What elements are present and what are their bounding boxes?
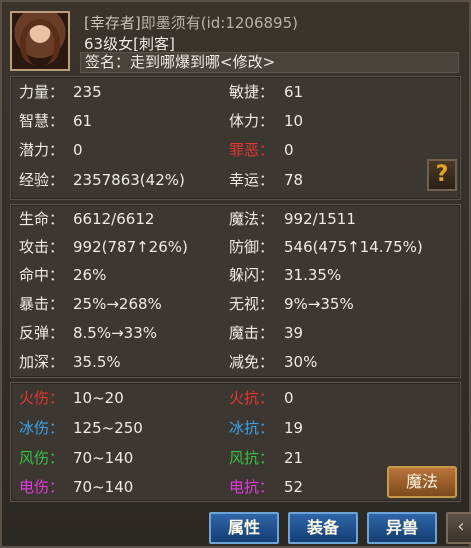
stat-value: 8.5%→33% bbox=[73, 324, 158, 342]
character-title-line: [幸存者]即墨须有(id:1206895) bbox=[84, 12, 298, 33]
stat-value: 39 bbox=[284, 324, 304, 342]
element-value: 70~140 bbox=[73, 478, 134, 496]
stat-value: 992/1511 bbox=[284, 210, 356, 228]
element-value: 52 bbox=[284, 478, 304, 496]
stat-value: 25%→268% bbox=[73, 295, 162, 313]
attr-value: 61 bbox=[73, 112, 93, 130]
stat-label: 攻击： bbox=[19, 238, 65, 256]
attr-row: 潜力： 0 罪恶： 0 bbox=[11, 136, 460, 164]
attr-row: 力量： 235 敏捷： 61 bbox=[11, 78, 460, 106]
stat-value: 546(475↑14.75%) bbox=[284, 238, 423, 256]
stat-label: 魔法： bbox=[229, 210, 275, 228]
attr-label: 敏捷： bbox=[229, 83, 275, 101]
stat-label: 防御： bbox=[229, 238, 275, 256]
tab-beast[interactable]: 异兽 bbox=[367, 512, 437, 544]
attr-label: 幸运： bbox=[229, 171, 275, 189]
element-value: 0 bbox=[284, 389, 294, 407]
stat-label: 生命： bbox=[19, 210, 65, 228]
attr-label: 罪恶： bbox=[229, 141, 275, 159]
element-row: 火伤： 10~20 火抗： 0 bbox=[11, 384, 460, 412]
element-value: 70~140 bbox=[73, 449, 134, 467]
attr-row: 智慧： 61 体力： 10 bbox=[11, 107, 460, 135]
level-class-line: 63级女[刺客] bbox=[84, 35, 175, 53]
title-tag: [幸存者] bbox=[84, 14, 141, 32]
character-name: 即墨须有 bbox=[140, 14, 201, 32]
tab-attributes[interactable]: 属性 bbox=[209, 512, 279, 544]
stat-label: 暴击： bbox=[19, 295, 65, 313]
character-avatar[interactable] bbox=[10, 11, 70, 71]
character-id: (id:1206895) bbox=[200, 14, 298, 32]
avatar-hair bbox=[20, 19, 60, 65]
attr-label: 体力： bbox=[229, 112, 275, 130]
stat-value: 35.5% bbox=[73, 353, 121, 371]
stat-value: 30% bbox=[284, 353, 318, 371]
stat-row: 暴击： 25%→268% 无视： 9%→35% bbox=[11, 290, 460, 318]
stat-value: 6612/6612 bbox=[73, 210, 155, 228]
element-label: 风伤： bbox=[19, 449, 65, 467]
stat-label: 加深： bbox=[19, 353, 65, 371]
attr-value: 2357863(42%) bbox=[73, 171, 185, 189]
element-label: 冰抗： bbox=[229, 419, 275, 437]
attr-value: 61 bbox=[284, 83, 304, 101]
attr-label: 力量： bbox=[19, 83, 65, 101]
stat-value: 26% bbox=[73, 266, 107, 284]
combat-stats-panel: 生命： 6612/6612 魔法： 992/1511 攻击： 992(787↑2… bbox=[10, 204, 461, 378]
element-label: 电伤： bbox=[19, 478, 65, 496]
attr-label: 潜力： bbox=[19, 141, 65, 159]
element-label: 电抗： bbox=[229, 478, 275, 496]
stat-label: 减免： bbox=[229, 353, 275, 371]
stat-row: 生命： 6612/6612 魔法： 992/1511 bbox=[11, 205, 460, 233]
element-row: 冰伤： 125~250 冰抗： 19 bbox=[11, 414, 460, 442]
element-label: 火伤： bbox=[19, 389, 65, 407]
stat-value: 9%→35% bbox=[284, 295, 354, 313]
stat-value: 992(787↑26%) bbox=[73, 238, 188, 256]
element-label: 火抗： bbox=[229, 389, 275, 407]
stat-value: 31.35% bbox=[284, 266, 342, 284]
help-icon[interactable]: ? bbox=[427, 159, 457, 191]
attr-value: 0 bbox=[73, 141, 83, 159]
signature-bar[interactable]: 签名：走到哪爆到哪<修改> bbox=[80, 52, 459, 73]
attr-value: 235 bbox=[73, 83, 102, 101]
element-label: 风抗： bbox=[229, 449, 275, 467]
signature-label: 签名： bbox=[85, 53, 131, 71]
magic-button[interactable]: 魔法 bbox=[387, 466, 457, 498]
element-value: 19 bbox=[284, 419, 304, 437]
element-value: 125~250 bbox=[73, 419, 143, 437]
attr-row: 经验： 2357863(42%) 幸运： 78 bbox=[11, 166, 460, 194]
tab-equipment[interactable]: 装备 bbox=[288, 512, 358, 544]
attr-label: 智慧： bbox=[19, 112, 65, 130]
stat-label: 反弹： bbox=[19, 324, 65, 342]
stat-label: 躲闪： bbox=[229, 266, 275, 284]
element-value: 10~20 bbox=[73, 389, 124, 407]
character-panel: [幸存者]即墨须有(id:1206895) 63级女[刺客] 签名：走到哪爆到哪… bbox=[0, 0, 471, 548]
attr-label: 经验： bbox=[19, 171, 65, 189]
stat-label: 命中： bbox=[19, 266, 65, 284]
element-value: 21 bbox=[284, 449, 304, 467]
signature-text[interactable]: 走到哪爆到哪<修改> bbox=[130, 53, 275, 71]
stat-label: 魔击： bbox=[229, 324, 275, 342]
stat-row: 命中： 26% 躲闪： 31.35% bbox=[11, 261, 460, 289]
stat-row: 加深： 35.5% 减免： 30% bbox=[11, 348, 460, 376]
stat-label: 无视： bbox=[229, 295, 275, 313]
attr-value: 10 bbox=[284, 112, 304, 130]
stat-row: 反弹： 8.5%→33% 魔击： 39 bbox=[11, 319, 460, 347]
stat-row: 攻击： 992(787↑26%) 防御： 546(475↑14.75%) bbox=[11, 233, 460, 261]
attr-value: 0 bbox=[284, 141, 294, 159]
attr-value: 78 bbox=[284, 171, 304, 189]
element-label: 冰伤： bbox=[19, 419, 65, 437]
base-attributes-panel: 力量： 235 敏捷： 61 智慧： 61 体力： 10 潜力： 0 罪恶： 0… bbox=[10, 76, 461, 200]
collapse-arrow-icon[interactable]: ‹ bbox=[446, 512, 471, 544]
